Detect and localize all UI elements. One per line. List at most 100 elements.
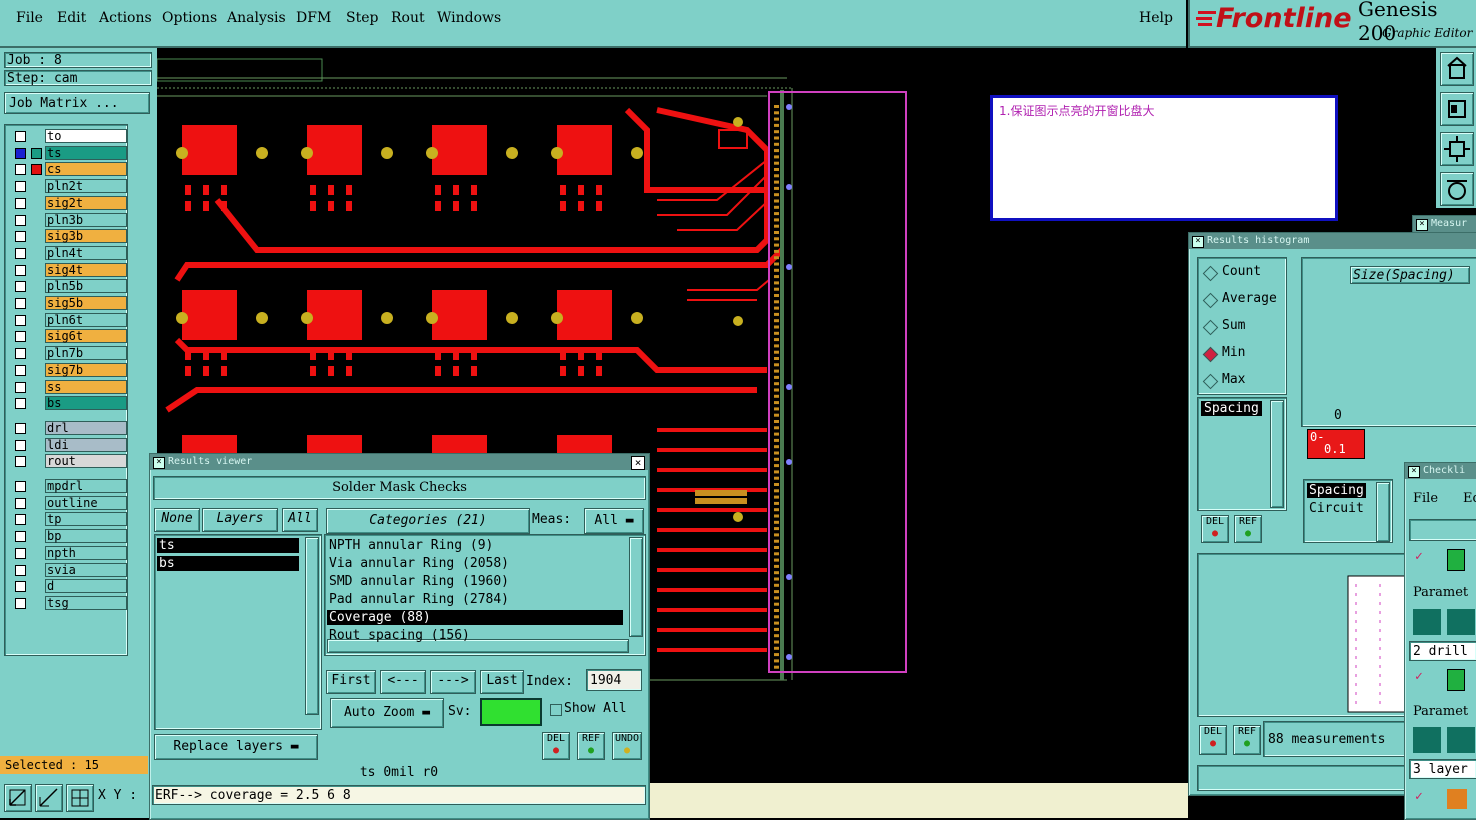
layer-row[interactable]: pln5b — [13, 279, 129, 294]
ref-button[interactable]: REF ● — [577, 732, 605, 760]
layer-name[interactable]: pln2t — [45, 179, 127, 194]
job-matrix-button[interactable]: Job Matrix ... — [4, 92, 150, 114]
close-icon[interactable]: × — [1416, 219, 1428, 231]
window-close-icon[interactable]: × — [631, 456, 645, 470]
layer-row[interactable]: pln2t — [13, 179, 129, 194]
layer-name[interactable]: mpdrl — [45, 479, 127, 493]
category-item[interactable]: Pad annular Ring (2784) — [327, 592, 623, 607]
menu-step[interactable]: Step — [346, 10, 378, 26]
layer-checkbox[interactable] — [15, 164, 26, 176]
checklist-row-1[interactable]: 2 drill — [1409, 641, 1476, 661]
layer-checkbox[interactable] — [15, 422, 26, 434]
layer-row[interactable]: pln3b — [13, 212, 129, 227]
layer-checkbox[interactable] — [15, 231, 26, 243]
layer-row[interactable]: drl — [13, 420, 129, 435]
action-icon[interactable] — [1447, 789, 1467, 809]
measure-titlebar[interactable]: × Measur — [1413, 216, 1476, 232]
layer-checkbox[interactable] — [15, 364, 26, 376]
del-button[interactable]: DEL ● — [542, 732, 570, 760]
menu-rout[interactable]: Rout — [391, 10, 425, 26]
layer-name[interactable]: tp — [45, 512, 127, 527]
layer-checkbox[interactable] — [15, 497, 26, 509]
layer-name[interactable]: ts — [45, 145, 127, 160]
layer-results-list[interactable]: ts bs — [154, 534, 322, 730]
run-all-icon[interactable] — [1447, 727, 1475, 753]
layer-checkbox[interactable] — [15, 456, 26, 468]
menu-dfm[interactable]: DFM — [296, 10, 331, 26]
histogram-bar[interactable]: 0- 0.1 — [1307, 429, 1365, 459]
list-item[interactable]: Spacing — [1201, 401, 1262, 416]
zoom-tool-button[interactable] — [4, 784, 32, 812]
layer-checkbox[interactable] — [15, 281, 26, 293]
layer-name[interactable]: sig3b — [45, 229, 127, 244]
layer-name[interactable]: pln7b — [45, 346, 127, 361]
show-all-checkbox[interactable] — [550, 704, 562, 716]
category-item[interactable]: Rout spacing (156) — [327, 628, 623, 643]
layer-row[interactable]: rout — [13, 454, 129, 469]
menu-help[interactable]: Help — [1139, 10, 1173, 26]
layer-name[interactable]: ldi — [45, 437, 127, 452]
run-all-icon[interactable] — [1447, 609, 1475, 635]
layer-row[interactable]: pln4t — [13, 245, 129, 260]
histogram-titlebar[interactable]: × Results histogram — [1189, 233, 1476, 249]
categories-button[interactable]: Categories (21) — [326, 508, 530, 534]
layer-name[interactable]: d — [45, 579, 127, 594]
undo-button[interactable]: UNDO ● — [612, 732, 642, 760]
last-button[interactable]: Last — [480, 670, 524, 694]
home-view-button[interactable] — [1440, 52, 1474, 86]
layer-name[interactable]: sig6t — [45, 329, 127, 344]
layer-checkbox[interactable] — [15, 547, 26, 559]
scrollbar[interactable] — [1270, 400, 1284, 508]
grid-tool-button[interactable] — [66, 784, 94, 812]
scrollbar[interactable] — [629, 537, 643, 637]
layer-row[interactable]: mpdrl — [13, 479, 129, 493]
layer-checkbox[interactable] — [15, 398, 26, 410]
sv-color-dropdown[interactable] — [480, 698, 542, 726]
checklist-row-2[interactable]: 3 layer — [1409, 759, 1476, 779]
list-item[interactable]: bs — [157, 556, 299, 571]
layer-checkbox[interactable] — [15, 131, 26, 142]
layer-name[interactable]: pln5b — [45, 279, 127, 294]
layer-row[interactable]: sig5b — [13, 296, 129, 310]
category-item[interactable]: NPTH annular Ring (9) — [327, 538, 623, 553]
layer-name[interactable]: bs — [45, 396, 127, 411]
layer-name[interactable]: drl — [45, 420, 127, 435]
run-icon[interactable] — [1413, 609, 1441, 635]
radio-min[interactable] — [1202, 346, 1219, 363]
layer-name[interactable]: sig4t — [45, 262, 127, 277]
list-item[interactable]: ts — [157, 538, 299, 553]
layer-name[interactable]: sig5b — [45, 296, 127, 310]
list-item[interactable]: Spacing — [1307, 483, 1366, 498]
layer-name[interactable]: pln6t — [45, 312, 127, 327]
radio-count[interactable] — [1202, 265, 1219, 282]
layer-row[interactable]: to — [13, 129, 129, 143]
radio-average[interactable] — [1202, 292, 1219, 309]
layer-name[interactable]: cs — [45, 162, 127, 177]
category-item[interactable]: Via annular Ring (2058) — [327, 556, 623, 571]
close-icon[interactable]: × — [1408, 466, 1420, 478]
next-button[interactable]: ---> — [430, 670, 476, 694]
action-icon[interactable] — [1447, 669, 1465, 691]
redraw-button[interactable] — [1440, 172, 1474, 206]
results-viewer-titlebar[interactable]: × Results viewer × — [150, 454, 649, 470]
layer-row[interactable]: cs — [13, 162, 129, 177]
categories-list[interactable]: NPTH annular Ring (9) Via annular Ring (2… — [324, 534, 646, 656]
del-button-2[interactable]: DEL ● — [1199, 725, 1227, 755]
layer-name[interactable]: bp — [45, 529, 127, 544]
layer-row[interactable]: d — [13, 579, 129, 594]
layer-row[interactable]: npth — [13, 545, 129, 560]
histogram-category-list[interactable]: Spacing Circuit — [1303, 479, 1393, 543]
layer-name[interactable]: npth — [45, 545, 127, 560]
category-item[interactable]: SMD annular Ring (1960) — [327, 574, 623, 589]
menu-actions[interactable]: Actions — [99, 10, 152, 26]
scrollbar[interactable] — [305, 537, 319, 715]
layer-checkbox[interactable] — [15, 439, 26, 451]
layer-row[interactable]: tsg — [13, 595, 129, 610]
menu-analysis[interactable]: Analysis — [227, 10, 286, 26]
layer-row[interactable]: sig7b — [13, 362, 129, 377]
layer-checkbox[interactable] — [15, 597, 26, 609]
action-icon[interactable] — [1447, 549, 1465, 571]
layer-row[interactable]: tp — [13, 512, 129, 527]
layer-checkbox[interactable] — [15, 531, 26, 543]
layer-row[interactable]: sig3b — [13, 229, 129, 244]
